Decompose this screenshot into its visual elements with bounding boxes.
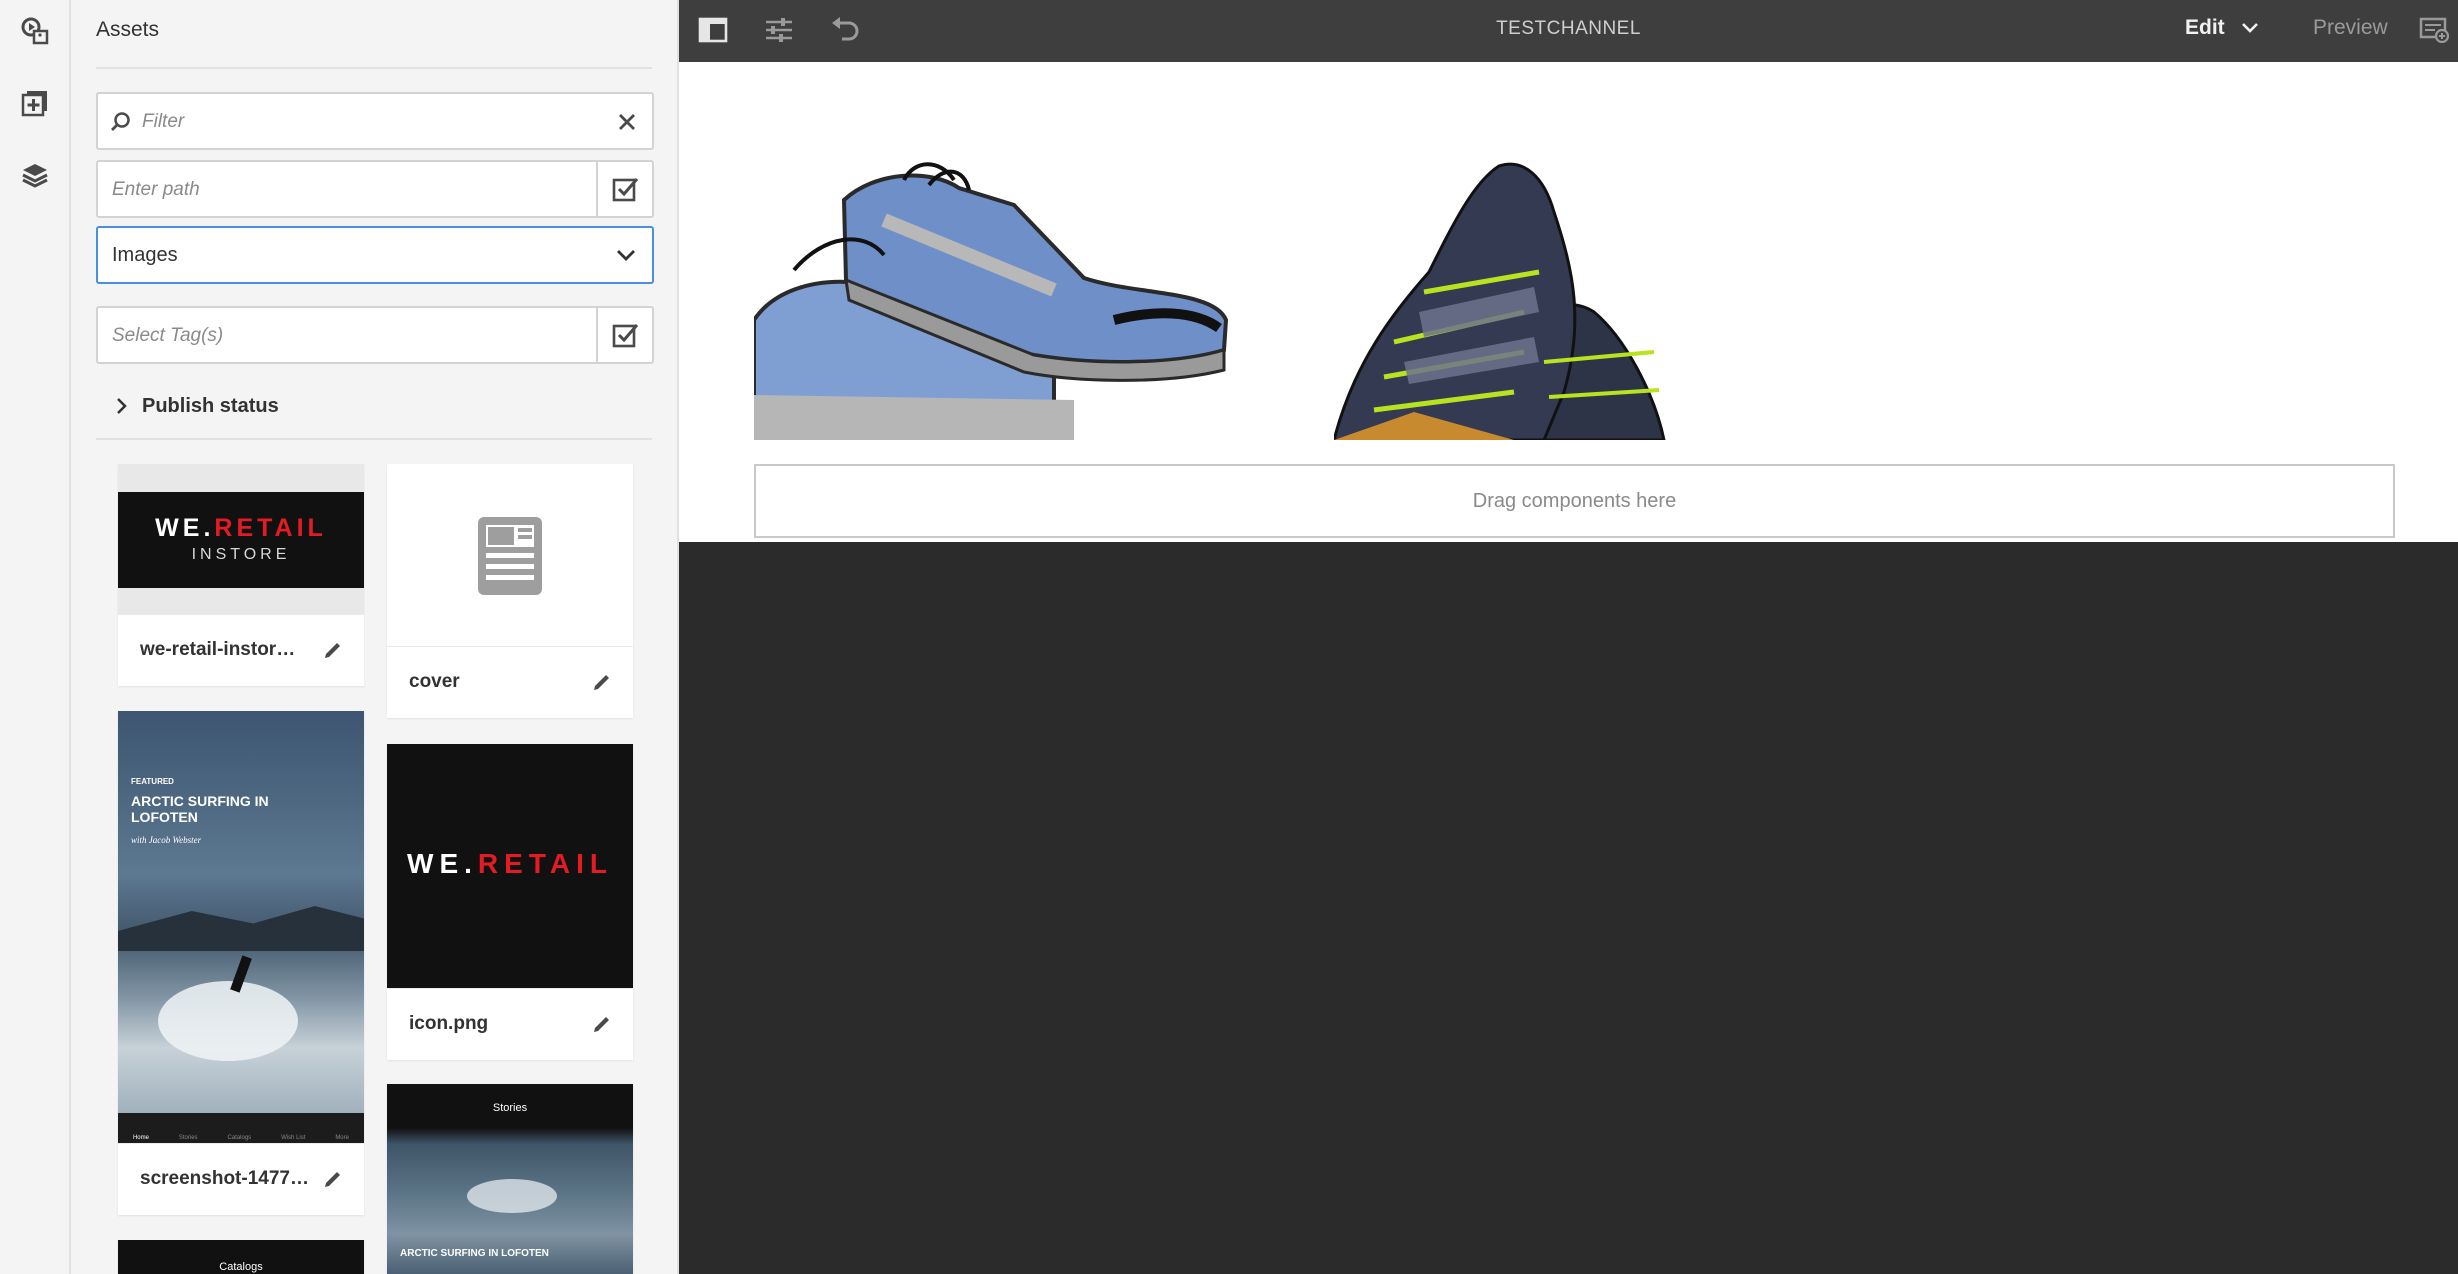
tags-field[interactable]: Select Tag(s)	[96, 306, 654, 364]
divider	[96, 438, 652, 440]
asset-panel: Assets Filter Enter path Images Select T…	[71, 0, 679, 1274]
asset-card[interactable]: cover	[387, 464, 633, 718]
chevron-down-icon	[617, 250, 635, 261]
wave-shape	[158, 981, 298, 1061]
edit-icon[interactable]	[591, 671, 613, 693]
thumb-caption: ARCTIC SURFING IN LOFOTEN	[400, 1248, 549, 1259]
asset-name: we-retail-instor…	[140, 639, 296, 660]
publish-status-label: Publish status	[142, 394, 279, 417]
thumb-nav-item: More	[335, 1135, 349, 1141]
asset-card[interactable]: FEATURED ARCTIC SURFING IN LOFOTEN with …	[118, 711, 364, 1215]
asset-thumbnail: WE.RETAIL	[387, 744, 633, 988]
thumb-nav-item: Catalogs	[227, 1135, 252, 1141]
editor-toolbar: TESTCHANNEL Edit Preview	[679, 0, 2458, 62]
edit-icon[interactable]	[591, 1013, 613, 1035]
assets-icon[interactable]	[12, 8, 58, 54]
emulator-icon	[2419, 17, 2449, 43]
asset-thumbnail: FEATURED ARCTIC SURFING IN LOFOTEN with …	[118, 711, 364, 1143]
edit-icon[interactable]	[322, 1168, 344, 1190]
asset-type-select[interactable]: Images	[96, 226, 654, 284]
filter-input[interactable]: Filter	[142, 111, 184, 133]
tags-picker-button[interactable]	[596, 308, 652, 362]
checkbox-picker-icon	[612, 324, 639, 348]
search-icon	[111, 112, 130, 131]
asset-thumbnail	[387, 464, 633, 646]
thumb-author: with Jacob Webster	[131, 835, 202, 845]
logo-text-retail: RETAIL	[477, 848, 613, 879]
thumb-nav-item: Stories	[178, 1135, 198, 1141]
panel-title: Assets	[96, 18, 160, 41]
asset-meta: cover	[387, 646, 633, 718]
asset-card[interactable]: WE.RETAIL INSTORE we-retail-instor…	[118, 464, 364, 686]
mode-selector[interactable]: Edit	[2185, 16, 2259, 40]
chevron-down-icon	[2241, 23, 2258, 34]
asset-thumbnail: Stories ARCTIC SURFING IN LOFOTEN	[387, 1084, 633, 1274]
document-icon	[478, 517, 542, 595]
thumb-title: ARCTIC SURFING IN LOFOTEN	[131, 793, 269, 825]
content-tree-icon[interactable]	[12, 152, 58, 198]
running-shoes-image[interactable]	[754, 160, 1232, 440]
thumb-header: Catalogs	[219, 1261, 263, 1273]
path-picker-button[interactable]	[596, 162, 652, 216]
logo-text-we: WE.	[407, 848, 478, 879]
edit-icon[interactable]	[322, 639, 344, 661]
asset-card[interactable]: Catalogs	[118, 1240, 364, 1274]
logo-subtext: INSTORE	[191, 546, 291, 563]
asset-meta: we-retail-instor…	[118, 614, 364, 686]
thumb-nav-item: Home	[132, 1135, 149, 1141]
mode-label: Edit	[2185, 16, 2225, 39]
tags-input[interactable]: Select Tag(s)	[112, 325, 223, 347]
asset-card[interactable]: WE.RETAIL icon.png	[387, 744, 633, 1060]
mountain-shape	[118, 906, 364, 951]
filter-field[interactable]: Filter	[96, 92, 654, 150]
checkbox-picker-icon	[612, 178, 639, 202]
logo-text-we: WE.	[155, 514, 215, 542]
thumb-header: Stories	[492, 1102, 528, 1114]
page-canvas: Drag components here	[679, 62, 2458, 542]
asset-name: screenshot-1477…	[140, 1168, 309, 1189]
thumb-nav-item: Wish List	[281, 1135, 306, 1141]
icon-rail	[0, 0, 71, 1274]
asset-thumbnail: Catalogs	[118, 1240, 364, 1274]
divider	[96, 67, 652, 69]
path-field[interactable]: Enter path	[96, 160, 654, 218]
chevron-right-icon	[117, 398, 127, 414]
wave-shape	[467, 1179, 557, 1213]
preview-button[interactable]: Preview	[2313, 16, 2388, 40]
emulator-button[interactable]	[2414, 12, 2454, 48]
thumb-featured-label: FEATURED	[131, 777, 174, 786]
asset-thumbnail: WE.RETAIL INSTORE	[118, 464, 364, 614]
asset-meta: screenshot-1477…	[118, 1143, 364, 1215]
components-icon[interactable]	[12, 80, 58, 126]
asset-name: cover	[409, 671, 460, 692]
asset-type-value: Images	[112, 244, 178, 266]
asset-name: icon.png	[409, 1013, 489, 1034]
drop-zone-label: Drag components here	[1472, 489, 1677, 512]
cycling-shoes-image[interactable]	[1334, 162, 1684, 440]
drop-zone[interactable]: Drag components here	[754, 464, 2395, 538]
path-input[interactable]: Enter path	[112, 179, 200, 201]
asset-meta: icon.png	[387, 988, 633, 1060]
publish-status-toggle[interactable]: Publish status	[116, 386, 279, 426]
clear-icon[interactable]	[617, 112, 637, 132]
logo-text-retail: RETAIL	[214, 514, 327, 542]
thumb-nav-bar: Home Stories Catalogs Wish List More	[118, 1113, 364, 1143]
asset-card[interactable]: Stories ARCTIC SURFING IN LOFOTEN	[387, 1084, 633, 1274]
